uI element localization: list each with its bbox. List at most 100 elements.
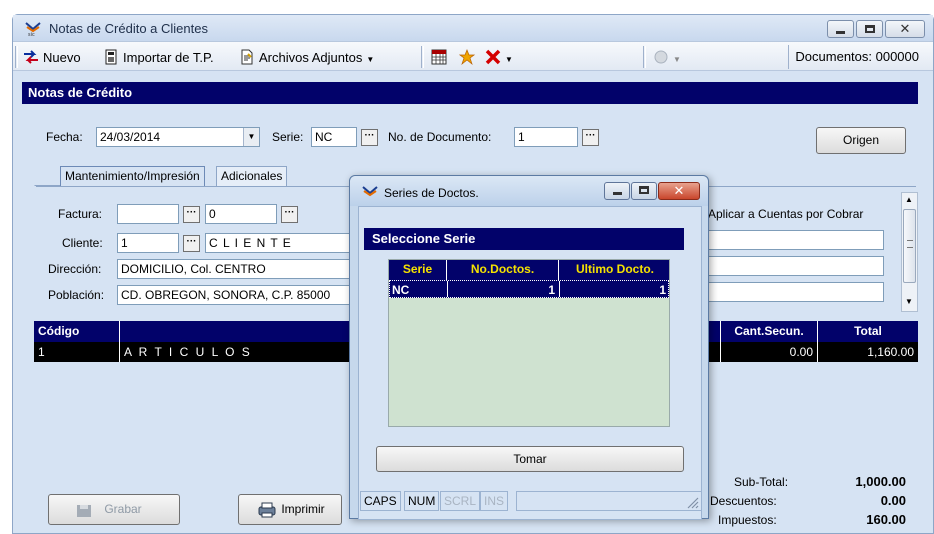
dialog-title-bar: Series de Doctos. ✕: [350, 176, 708, 206]
col-ultimo[interactable]: Ultimo Docto.: [559, 260, 671, 280]
fecha-value: 24/03/2014: [100, 130, 161, 144]
grabar-label: Grabar: [104, 502, 142, 516]
maximize-icon: [865, 25, 875, 33]
delete-button[interactable]: ▼: [485, 49, 513, 65]
nuevo-label: Nuevo: [43, 49, 81, 65]
fecha-combo[interactable]: 24/03/2014 ▼: [96, 127, 260, 147]
factura-lookup-button-2[interactable]: ···: [281, 206, 298, 223]
maximize-button[interactable]: [856, 20, 883, 38]
col-cant-secun[interactable]: Cant.Secun.: [720, 321, 818, 342]
tab-adicionales[interactable]: Adicionales: [216, 166, 288, 186]
toolbar-separator: [421, 46, 424, 68]
disabled-tool-button[interactable]: ▼: [653, 49, 681, 65]
chevron-down-icon[interactable]: ▼: [505, 51, 513, 64]
factura-label: Factura:: [58, 207, 103, 221]
serie-lookup-button[interactable]: ···: [361, 129, 378, 146]
dialog-title: Series de Doctos.: [384, 186, 479, 200]
table-row[interactable]: NC 1 1: [389, 280, 669, 298]
status-extra: [516, 491, 702, 511]
tab-mantenimiento[interactable]: Mantenimiento/Impresión: [60, 166, 205, 186]
toolbar-grip: [15, 46, 18, 68]
minimize-button[interactable]: [827, 20, 854, 38]
chevron-down-icon[interactable]: ▼: [673, 51, 681, 64]
cell-ultimo: 1: [659, 283, 666, 297]
new-arrows-icon: [24, 50, 38, 64]
scroll-down-icon[interactable]: ▼: [905, 297, 913, 306]
nodoc-label: No. de Documento:: [388, 130, 492, 144]
chevron-down-icon[interactable]: ▼: [243, 128, 259, 146]
dialog-close-button[interactable]: ✕: [658, 182, 700, 200]
calendar-grid-icon: [431, 49, 447, 65]
grip-icon: [907, 240, 913, 248]
nodoc-lookup-button[interactable]: ···: [582, 129, 599, 146]
col-codigo[interactable]: Código: [34, 321, 120, 342]
calendar-button[interactable]: [431, 49, 447, 65]
aplicar-cxc-label: Aplicar a Cuentas por Cobrar: [708, 207, 864, 221]
dialog-maximize-button[interactable]: [631, 182, 657, 200]
star-burst-icon: [459, 49, 475, 65]
save-disk-icon: [77, 505, 91, 517]
status-scrl: SCRL: [440, 491, 481, 511]
app-logo-icon: sic: [25, 22, 41, 37]
cliente-lookup-button[interactable]: ···: [183, 235, 200, 252]
direccion-field[interactable]: DOMICILIO, Col. CENTRO: [117, 259, 355, 279]
window-title: Notas de Crédito a Clientes: [49, 21, 208, 36]
serie-label: Serie:: [272, 130, 304, 144]
archivos-button[interactable]: Archivos Adjuntos ▼: [239, 49, 374, 65]
cliente-code-field[interactable]: 1: [117, 233, 179, 253]
direccion-label: Dirección:: [48, 262, 102, 276]
factura-lookup-button[interactable]: ···: [183, 206, 200, 223]
poblacion-field[interactable]: CD. OBREGON, SONORA, C.P. 85000: [117, 285, 355, 305]
series-grid[interactable]: Serie No.Doctos. Ultimo Docto. NC 1 1: [388, 259, 670, 427]
importar-label: Importar de T.P.: [123, 49, 214, 65]
red-x-icon: [485, 49, 501, 65]
fecha-label: Fecha:: [46, 130, 83, 144]
imprimir-label: Imprimir: [281, 502, 325, 516]
chevron-down-icon[interactable]: ▼: [366, 51, 374, 64]
status-num: NUM: [404, 491, 440, 511]
imprimir-button[interactable]: Imprimir: [238, 494, 342, 525]
col-total[interactable]: Total: [818, 321, 918, 342]
star-button[interactable]: [459, 49, 475, 65]
descuentos-value: 0.00: [880, 493, 906, 508]
right-field-3[interactable]: [708, 282, 884, 302]
col-nodoctos[interactable]: No.Doctos.: [447, 260, 559, 280]
toolbar: Nuevo Importar de T.P. Archivos Adjuntos…: [13, 41, 933, 71]
factura-field-2[interactable]: 0: [205, 204, 277, 224]
importar-button[interactable]: Importar de T.P.: [103, 49, 214, 65]
disabled-circle-icon: [654, 50, 668, 64]
subtotal-label: Sub-Total:: [734, 475, 789, 489]
col-serie[interactable]: Serie: [389, 260, 447, 280]
nuevo-button[interactable]: Nuevo: [23, 49, 81, 65]
documentos-count: Documentos: 000000: [788, 45, 925, 69]
grabar-button[interactable]: Grabar: [48, 494, 180, 525]
svg-text:sic: sic: [28, 32, 35, 37]
maximize-icon: [639, 186, 649, 194]
resize-grip-icon[interactable]: [685, 495, 699, 509]
right-field-1[interactable]: [708, 230, 884, 250]
nodoc-field[interactable]: 1: [514, 127, 578, 147]
cell-nodoctos: 1: [448, 281, 560, 297]
minimize-icon: [613, 192, 622, 195]
dialog-header: Seleccione Serie: [364, 228, 684, 250]
status-caps: CAPS: [360, 491, 401, 511]
origen-button[interactable]: Origen: [816, 127, 906, 154]
right-field-2[interactable]: [708, 256, 884, 276]
scroll-thumb[interactable]: [903, 209, 916, 283]
series-dialog: Series de Doctos. ✕ Seleccione Serie Ser…: [349, 175, 709, 520]
poblacion-label: Población:: [48, 288, 105, 302]
series-grid-header: Serie No.Doctos. Ultimo Docto.: [389, 260, 669, 280]
cliente-name-field[interactable]: C L I E N T E: [205, 233, 355, 253]
close-button[interactable]: ✕: [885, 20, 925, 38]
factura-field-1[interactable]: [117, 204, 179, 224]
descuentos-label: Descuentos:: [710, 494, 777, 508]
cell-serie: NC: [390, 281, 448, 297]
tomar-button[interactable]: Tomar: [376, 446, 684, 472]
form-scrollbar[interactable]: ▲ ▼: [901, 192, 918, 312]
minimize-icon: [836, 31, 845, 34]
scroll-up-icon[interactable]: ▲: [905, 195, 913, 204]
serie-field[interactable]: NC: [311, 127, 357, 147]
dialog-minimize-button[interactable]: [604, 182, 630, 200]
title-bar: sic Notas de Crédito a Clientes ✕: [13, 15, 933, 41]
cell-cant-secun: 0.00: [720, 342, 818, 362]
